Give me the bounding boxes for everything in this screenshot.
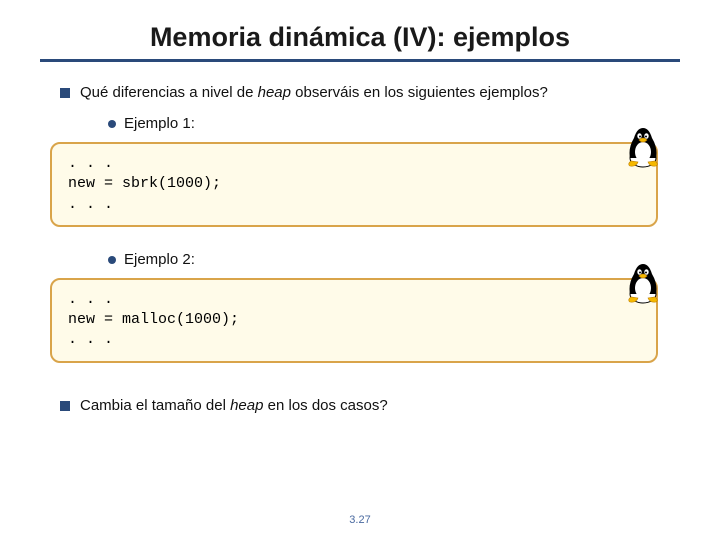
- tux-penguin-icon: [624, 260, 662, 304]
- sub-bullet-ejemplo-1: Ejemplo 1:: [108, 115, 680, 132]
- bullet-text: Qué diferencias a nivel de heap observái…: [80, 84, 548, 101]
- square-bullet-icon: [60, 88, 70, 98]
- code-example-2: . . . new = malloc(1000); . . .: [40, 278, 680, 363]
- text-em: heap: [258, 84, 291, 101]
- text-em: heap: [230, 397, 263, 414]
- sub-bullet-label: Ejemplo 1:: [124, 115, 195, 132]
- slide: Memoria dinámica (IV): ejemplos Qué dife…: [0, 0, 720, 540]
- sub-bullet-label: Ejemplo 2:: [124, 251, 195, 268]
- page-number: 3.27: [0, 514, 720, 526]
- code-block: . . . new = sbrk(1000); . . .: [50, 142, 658, 227]
- dot-bullet-icon: [108, 256, 116, 264]
- bullet-question-2: Cambia el tamaño del heap en los dos cas…: [60, 397, 680, 414]
- text-segment: Cambia el tamaño del: [80, 397, 230, 414]
- text-segment: Qué diferencias a nivel de: [80, 84, 258, 101]
- text-segment: observáis en los siguientes ejemplos?: [291, 84, 548, 101]
- bullet-question-1: Qué diferencias a nivel de heap observái…: [60, 84, 680, 101]
- code-block: . . . new = malloc(1000); . . .: [50, 278, 658, 363]
- page-title: Memoria dinámica (IV): ejemplos: [40, 22, 680, 53]
- text-segment: en los dos casos?: [263, 397, 387, 414]
- bullet-text: Cambia el tamaño del heap en los dos cas…: [80, 397, 388, 414]
- sub-bullet-ejemplo-2: Ejemplo 2:: [108, 251, 680, 268]
- dot-bullet-icon: [108, 120, 116, 128]
- tux-penguin-icon: [624, 124, 662, 168]
- title-underline: [40, 59, 680, 62]
- code-example-1: . . . new = sbrk(1000); . . .: [40, 142, 680, 227]
- square-bullet-icon: [60, 401, 70, 411]
